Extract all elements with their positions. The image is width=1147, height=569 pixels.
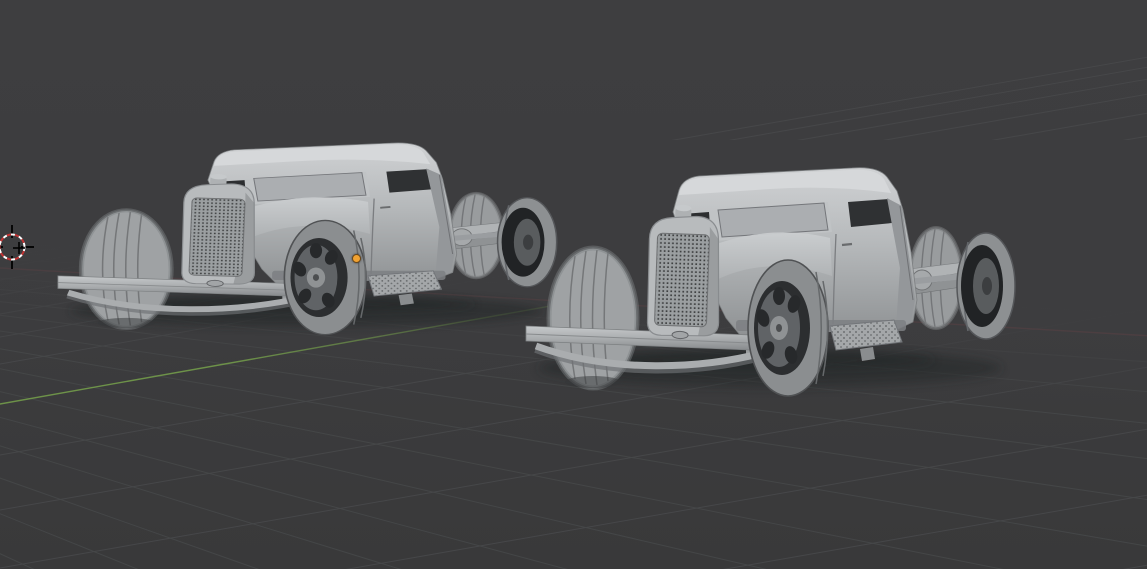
3d-viewport[interactable] — [0, 0, 1147, 569]
cursor-crosshair — [0, 225, 34, 269]
3d-cursor-icon — [0, 225, 34, 269]
hotrod-car-left[interactable] — [58, 143, 557, 335]
hotrod-car-right[interactable] — [526, 168, 1015, 396]
object-origin-indicator — [352, 254, 361, 263]
